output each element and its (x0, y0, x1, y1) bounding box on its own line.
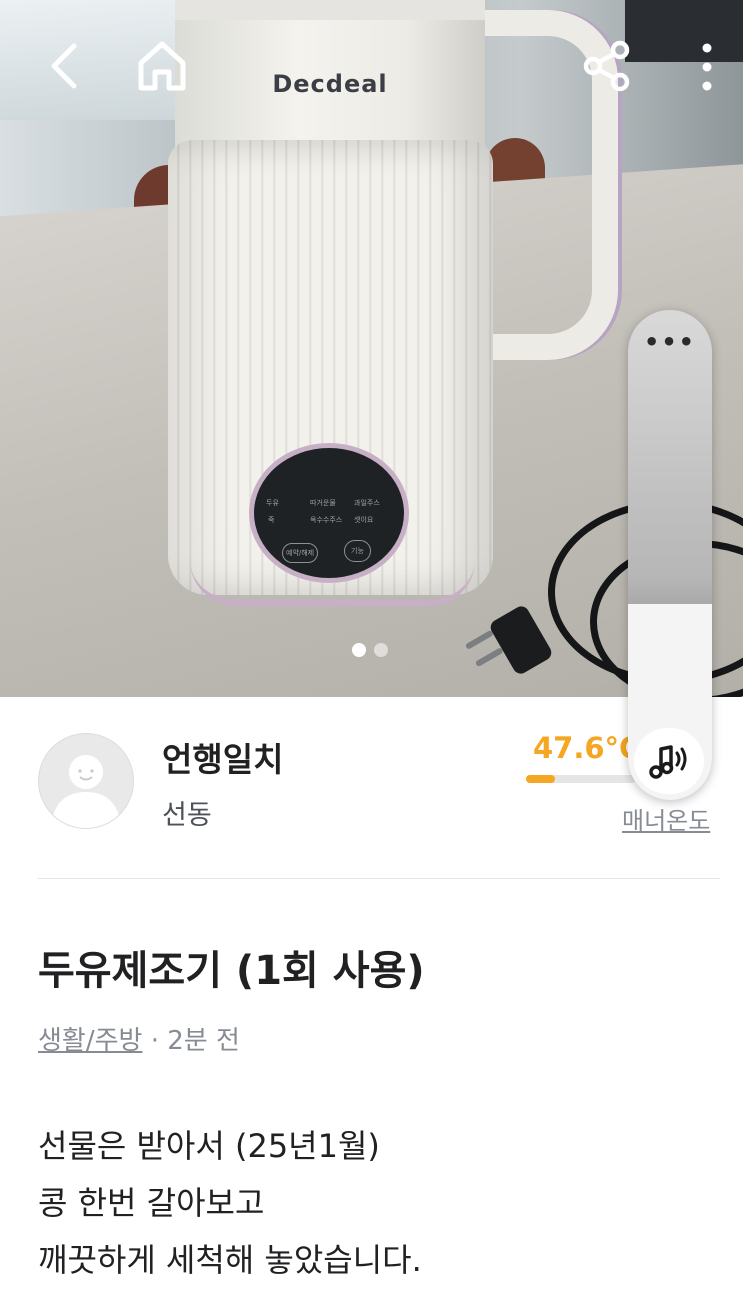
panel-button-label: 기능 (344, 540, 371, 562)
kettle-control-panel: 두유 따거운물 과일주스 죽 옥수수주스 셋이요 예약/해제 기능 (249, 443, 409, 583)
chevron-left-icon (51, 43, 77, 89)
post-meta: 생활/주방 · 2분 전 (38, 1020, 240, 1057)
panel-button-label: 예약/해제 (282, 543, 319, 563)
panel-label: 옥수수주스 (310, 516, 343, 524)
temperature-bar-fill (526, 775, 555, 783)
kettle-lid (175, 0, 485, 20)
back-button[interactable] (44, 40, 84, 96)
description-line: 깨끗하게 세척해 놓았습니다. (38, 1241, 422, 1279)
home-icon (138, 41, 186, 91)
carousel-dot[interactable] (374, 643, 388, 657)
home-button[interactable] (134, 38, 190, 98)
photo-background-tv (625, 0, 743, 62)
panel-label: 죽 (268, 516, 275, 524)
panel-label: 따거운물 (310, 499, 336, 507)
temperature-bar (526, 775, 636, 783)
share-icon (583, 40, 630, 92)
kettle-brand-text: Decdeal (272, 70, 388, 98)
panel-label: 과일주스 (354, 499, 380, 507)
post-category-link[interactable]: 생활/주방 (38, 1026, 142, 1056)
seller-nickname[interactable]: 언행일치 (162, 733, 283, 781)
share-button[interactable] (582, 40, 634, 96)
manner-temperature: 47.6°C (533, 731, 641, 765)
carousel-indicator[interactable] (352, 642, 396, 661)
carousel-dot-active[interactable] (352, 643, 366, 657)
more-button[interactable] (700, 42, 714, 96)
post-title: 두유제조기 (1회 사용) (38, 948, 425, 994)
description-line: 선물은 받아서 (25년1월) (38, 1127, 380, 1165)
post-time: · 2분 전 (150, 1026, 240, 1056)
more-horizontal-icon[interactable]: ••• (628, 330, 712, 354)
manner-temperature-link[interactable]: 매너온도 (622, 801, 710, 836)
avatar[interactable] (38, 733, 134, 829)
floating-audio-widget[interactable]: ••• (628, 310, 712, 800)
avatar-placeholder-icon (51, 755, 121, 828)
music-sound-icon (649, 745, 687, 779)
divider (38, 878, 720, 879)
panel-label: 두유 (266, 499, 279, 507)
description-line: 콩 한번 갈아보고 (38, 1184, 265, 1222)
audio-button[interactable] (634, 728, 704, 794)
more-vertical-icon (702, 43, 712, 91)
post-description: 선물은 받아서 (25년1월) 콩 한번 갈아보고 깨끗하게 세척해 놓았습니다… (38, 1118, 422, 1289)
panel-label: 셋이요 (354, 516, 374, 524)
seller-location: 선동 (162, 800, 212, 831)
